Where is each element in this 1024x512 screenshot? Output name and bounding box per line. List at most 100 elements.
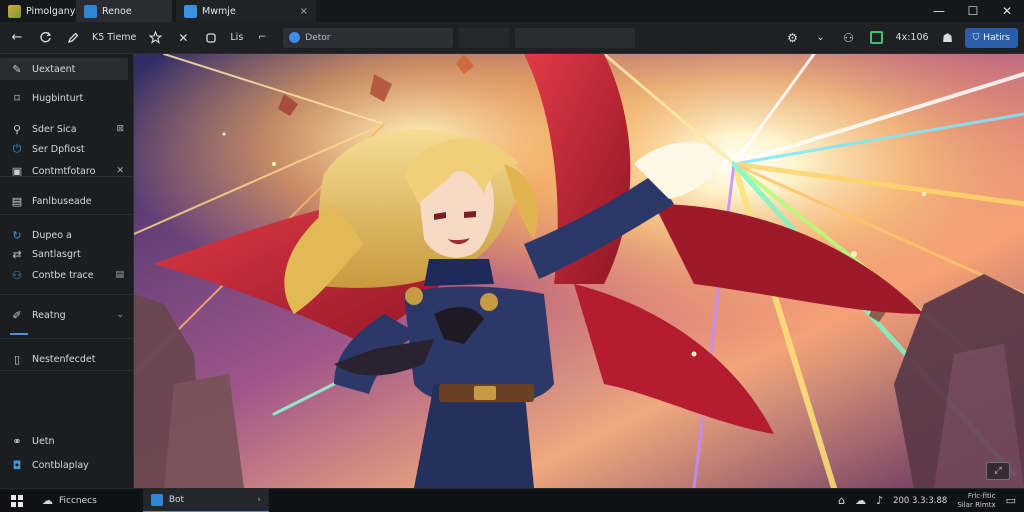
store-icon (84, 4, 97, 18)
record-icon[interactable] (866, 27, 888, 49)
taskbar-search[interactable]: ☁ Ficcnecs (34, 489, 105, 512)
address-segment[interactable] (459, 27, 510, 48)
address-text: Detor (305, 32, 331, 43)
network-icon[interactable]: ⌂ (838, 494, 845, 507)
sidebar-item-9[interactable]: ⚇ Contbe trace ▤ (0, 264, 134, 286)
sidebar-item-10[interactable]: ✐ Reatng ⌄ (0, 304, 134, 326)
start-button[interactable] (0, 489, 34, 512)
sidebar-divider (0, 338, 134, 339)
shield-icon: ⛉ (972, 32, 980, 43)
fullscreen-icon[interactable]: ⤢ (986, 462, 1010, 480)
transfer-icon: ⇄ (12, 247, 22, 261)
sidebar-item-5[interactable]: ▣ Contmtfotaro ✕ (0, 160, 134, 182)
active-app-label: Bot (168, 494, 185, 505)
sidebar-item-1[interactable]: ✎ Uextaent (0, 58, 128, 80)
sidebar-item-label: Reatng (32, 309, 66, 321)
zoom-level[interactable]: 4x:106 (894, 32, 931, 43)
nav-label[interactable]: K5 Tieme (90, 32, 138, 43)
extensions-icon[interactable]: ⚙ (782, 27, 804, 49)
chevron-down-icon[interactable]: ⌄ (810, 27, 832, 49)
profile-icon[interactable]: ☗ (937, 27, 959, 49)
sidebar-divider (0, 294, 134, 295)
clock-time[interactable]: 200 3.3:3.88 (893, 496, 947, 506)
sidebar-item-trailing-icon[interactable]: ⊠ (116, 124, 124, 134)
taskbar: ☁ Ficcnecs Bot › ⌂ ☁ ♪ 200 3.3:3.88 Frlc… (0, 488, 1024, 512)
app-logo-icon (8, 4, 21, 18)
search-field[interactable] (515, 27, 636, 48)
close-window-icon[interactable]: ✕ (990, 0, 1024, 22)
sidebar-item-trailing-icon[interactable]: ✕ (116, 166, 124, 176)
collapse-icon[interactable]: ⌐ (251, 27, 273, 49)
power-icon: ⏻ (12, 142, 22, 155)
primary-button-label: Hatirs (983, 32, 1010, 43)
image-tab-icon (184, 4, 197, 18)
artwork-viewer: ⤢ (134, 54, 1024, 488)
brush-icon: ✎ (12, 62, 22, 76)
clock-date[interactable]: Frlc-fitic Silar Rlmtx (957, 492, 995, 510)
lock-icon: ⚲ (12, 122, 22, 136)
bookmark-icon: ⌑ (14, 91, 20, 105)
taskbar-search-label: Ficcnecs (59, 495, 97, 506)
sidebar-item-label: Dupeo a (32, 229, 72, 241)
sidebar-item-label: Contbe trace (32, 269, 94, 281)
site-icon (289, 32, 301, 43)
sidebar-item-trailing-icon[interactable]: ⌄ (116, 310, 124, 320)
display-icon: ◘ (12, 458, 22, 472)
notification-icon[interactable]: ▭ (1006, 494, 1016, 507)
primary-action-button[interactable]: ⛉ Hatirs (964, 27, 1018, 48)
sidebar-progress-indicator (10, 333, 28, 335)
sidebar-divider (0, 176, 134, 177)
sidebar-item-8[interactable]: ⇄ Santlasgrt (0, 243, 134, 265)
sidebar-item-6[interactable]: ▤ Fanlbuseade (0, 190, 134, 212)
sidebar-divider (0, 370, 134, 371)
sidebar-item-12[interactable]: ⚭ Uetn (0, 430, 134, 452)
tab-mwmje[interactable]: Mwmje × (176, 0, 316, 22)
maximize-icon[interactable]: ☐ (956, 0, 990, 22)
cloud-sync-icon[interactable]: ☁ (855, 494, 866, 507)
sidebar-item-trailing-icon[interactable]: ▤ (115, 270, 124, 280)
sidebar-item-label: Uextaent (32, 63, 76, 75)
sidebar-item-label: Sder Sica (32, 123, 77, 135)
star-icon[interactable] (144, 27, 166, 49)
crop-icon[interactable] (200, 27, 222, 49)
volume-icon[interactable]: ♪ (876, 494, 883, 507)
sidebar-item-label: Hugbinturt (32, 92, 84, 104)
toolbar: ← K5 Tieme ✕ Lis ⌐ Detor ⚙ ⌄ ⚇ 4x:106 ☗ … (0, 22, 1024, 54)
close-tab-icon[interactable]: × (300, 6, 308, 17)
sidebar-item-3[interactable]: ⚲ Sder Sica ⊠ (0, 118, 134, 140)
sidebar-item-2[interactable]: ⌑ Hugbinturt (0, 87, 134, 109)
refresh-icon: ↻ (12, 228, 22, 242)
cloud-icon: ☁ (42, 494, 53, 507)
pencil-icon[interactable] (62, 27, 84, 49)
anime-hero-artwork (134, 54, 1024, 488)
sidebar: ✎ Uextaent ⌑ Hugbinturt ⚲ Sder Sica ⊠ ⏻ Ser Dpfi… (0, 54, 134, 488)
sidebar-item-label: Uetn (32, 435, 55, 447)
document-icon: ▤ (11, 194, 23, 208)
cross-tools-icon[interactable]: ✕ (172, 27, 194, 49)
tool-label[interactable]: Lis (228, 32, 245, 43)
panel-icon: ▯ (13, 352, 21, 366)
sidebar-item-4[interactable]: ⏻ Ser Dpfiost (0, 138, 134, 160)
sidebar-item-label: Contblaplay (32, 459, 89, 471)
tab-renoe[interactable]: Renoe (76, 0, 172, 22)
tab-label: Mwmje (202, 5, 236, 17)
refresh-icon[interactable] (34, 27, 56, 49)
sidebar-item-label: Santlasgrt (32, 248, 81, 260)
sidebar-item-label: Ser Dpfiost (32, 143, 85, 155)
sidebar-item-label: Contmtfotaro (32, 165, 96, 177)
sidebar-divider (0, 214, 134, 215)
sidebar-item-11[interactable]: ▯ Nestenfecdet (0, 348, 134, 370)
tab-label: Renoe (102, 5, 132, 17)
tab-label: Pimolgany (26, 5, 76, 17)
sidebar-item-13[interactable]: ◘ Contblaplay (0, 454, 134, 476)
minimize-icon[interactable]: — (922, 0, 956, 22)
tab-pimolgany[interactable]: Pimolgany (0, 0, 76, 22)
address-bar[interactable]: Detor (283, 27, 454, 48)
chevron-right-icon: › (257, 494, 261, 505)
link-icon: ⚭ (12, 434, 22, 448)
taskbar-active-app[interactable]: Bot › (142, 488, 269, 512)
pen-icon: ✐ (12, 308, 22, 322)
gift-icon[interactable]: ⚇ (838, 27, 860, 49)
sidebar-item-label: Nestenfecdet (32, 353, 96, 365)
back-arrow-icon[interactable]: ← (6, 27, 28, 49)
